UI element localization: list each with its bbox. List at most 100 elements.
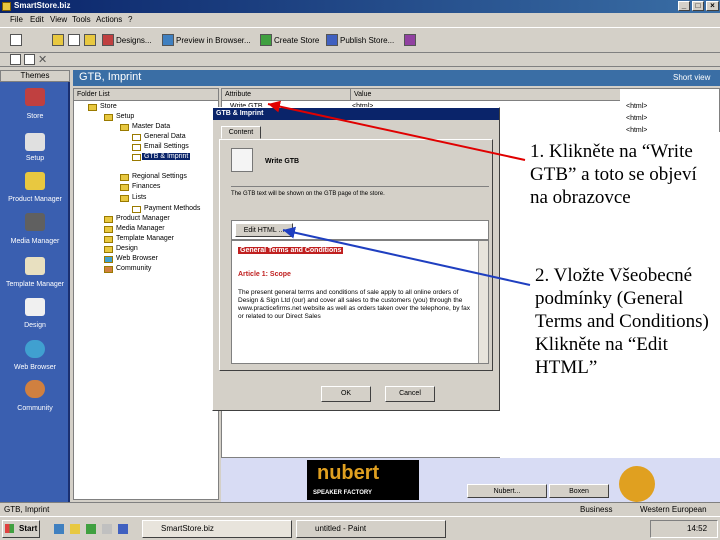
tree-item[interactable]: General Data (144, 133, 186, 140)
nav-store[interactable]: Store (0, 113, 70, 120)
row-value: <html> (626, 115, 648, 122)
new-icon[interactable] (10, 54, 21, 65)
minimize-button[interactable]: _ (678, 1, 690, 11)
tree-item[interactable]: Master Data (132, 123, 170, 130)
quicklaunch-icon[interactable] (118, 524, 128, 534)
store-icon[interactable] (25, 88, 45, 106)
page-icon (132, 144, 141, 151)
paint-icon[interactable] (404, 34, 416, 46)
dialog-title: GTB & Imprint (213, 108, 499, 120)
arrow-icon[interactable] (10, 34, 22, 46)
clock: 14:52 (687, 524, 708, 533)
page-icon[interactable] (68, 34, 80, 46)
web-banner: nubert SPEAKER FACTORY Nubert... Boxen (221, 458, 720, 502)
browser-tab-nubert[interactable]: Nubert... (467, 484, 547, 498)
web-browser-icon[interactable] (25, 340, 45, 358)
tree-item[interactable]: Community (116, 265, 151, 272)
menu-file[interactable]: File (10, 15, 23, 24)
system-tray: 14:52 (650, 520, 718, 538)
designs-button[interactable]: Designs... (116, 33, 152, 49)
tree-item[interactable]: Regional Settings (132, 173, 187, 180)
app-icon (2, 2, 11, 11)
windows-logo-icon (5, 524, 14, 533)
tree-item[interactable]: Design (116, 245, 138, 252)
tree-item[interactable]: Template Manager (116, 235, 174, 242)
menu-view[interactable]: View (50, 15, 67, 24)
task-smartstore[interactable]: SmartStore.biz (142, 520, 292, 538)
task-paint[interactable]: untitled - Paint (296, 520, 446, 538)
folder-icon (120, 124, 129, 131)
product-manager-icon[interactable] (25, 172, 45, 190)
write-gtb-label[interactable]: Write GTB (265, 158, 299, 165)
setup-icon[interactable] (25, 133, 45, 151)
menu-actions[interactable]: Actions (96, 15, 122, 24)
designs-icon (102, 34, 114, 46)
nav-web-browser[interactable]: Web Browser (0, 364, 70, 371)
tree-item-selected[interactable]: GTB & Imprint (142, 153, 191, 160)
page-icon (132, 134, 141, 141)
create-store-button[interactable]: Create Store (274, 33, 319, 49)
tree-item[interactable]: Store (100, 103, 117, 110)
nav-media-manager[interactable]: Media Manager (0, 238, 70, 245)
editor-article: Article 1: Scope (238, 271, 291, 278)
status-region: Western European (640, 505, 707, 514)
secondary-toolbar: ✕ (0, 53, 720, 67)
menu-edit[interactable]: Edit (30, 15, 44, 24)
cancel-button[interactable]: Cancel (385, 386, 435, 402)
ok-button[interactable]: OK (321, 386, 371, 402)
document-icon (231, 148, 253, 172)
editor-body: The present general terms and conditions… (238, 289, 470, 320)
maximize-button[interactable]: □ (692, 1, 704, 11)
nav-template-manager[interactable]: Template Manager (0, 281, 70, 288)
quicklaunch-icon[interactable] (70, 524, 80, 534)
preview-button[interactable]: Preview in Browser... (176, 33, 251, 49)
themes-button[interactable]: Themes (0, 70, 70, 82)
tab-content[interactable]: Content (221, 126, 261, 139)
column-header-value[interactable]: Value (350, 89, 620, 101)
delete-icon[interactable]: ✕ (38, 53, 47, 66)
folder-icon (104, 226, 113, 233)
quicklaunch-icon[interactable] (86, 524, 96, 534)
short-view-button[interactable]: Short view (673, 73, 710, 82)
template-manager-icon[interactable] (25, 257, 45, 275)
scrollbar[interactable] (478, 241, 488, 363)
properties-icon[interactable] (24, 54, 35, 65)
quicklaunch-icon[interactable] (102, 524, 112, 534)
page-title: GTB, Imprint (79, 71, 142, 83)
tree-item[interactable]: Setup (116, 113, 134, 120)
nav-setup[interactable]: Setup (0, 155, 70, 162)
folder-icon (104, 114, 113, 121)
nav-design[interactable]: Design (0, 322, 70, 329)
folder-icon[interactable] (52, 34, 64, 46)
folder-icon (104, 216, 113, 223)
tree-item[interactable]: Lists (132, 194, 146, 201)
tree-item[interactable]: Email Settings (144, 143, 189, 150)
folder-open-icon[interactable] (84, 34, 96, 46)
media-manager-icon[interactable] (25, 213, 45, 231)
community-icon[interactable] (25, 380, 45, 398)
nav-product-manager[interactable]: Product Manager (0, 196, 70, 203)
dialog-description: The GTB text will be shown on the GTB pa… (231, 191, 385, 197)
info-icon (619, 466, 655, 502)
tree-item[interactable]: Finances (132, 183, 160, 190)
close-button[interactable]: × (706, 1, 719, 11)
nav-community[interactable]: Community (0, 405, 70, 412)
status-business: Business (580, 505, 613, 514)
menu-tools[interactable]: Tools (72, 15, 91, 24)
tree-item[interactable]: Payment Methods (144, 205, 200, 212)
menu-help[interactable]: ? (128, 15, 132, 24)
folder-tree: Store Setup Master Data General Data Ema… (74, 89, 218, 489)
tree-item[interactable]: Media Manager (116, 225, 165, 232)
tree-item[interactable]: Web Browser (116, 255, 158, 262)
quicklaunch-icon[interactable] (54, 524, 64, 534)
publish-store-button[interactable]: Publish Store... (340, 33, 394, 49)
browser-tab-boxen[interactable]: Boxen (549, 484, 609, 498)
design-icon[interactable] (25, 298, 45, 316)
edit-html-button[interactable]: Edit HTML ... (235, 223, 293, 237)
annotation-step-2: 2. Vložte Všeobecné podmínky (General Te… (535, 265, 709, 378)
tree-item[interactable]: Product Manager (116, 215, 170, 222)
preview-icon (162, 34, 174, 46)
annotation-step-1: 1. Klikněte na “Write GTB” a toto se obj… (530, 141, 697, 208)
column-header-attribute[interactable]: Attribute (222, 89, 350, 101)
html-editor[interactable]: General Terms and Conditions Article 1: … (231, 240, 489, 364)
